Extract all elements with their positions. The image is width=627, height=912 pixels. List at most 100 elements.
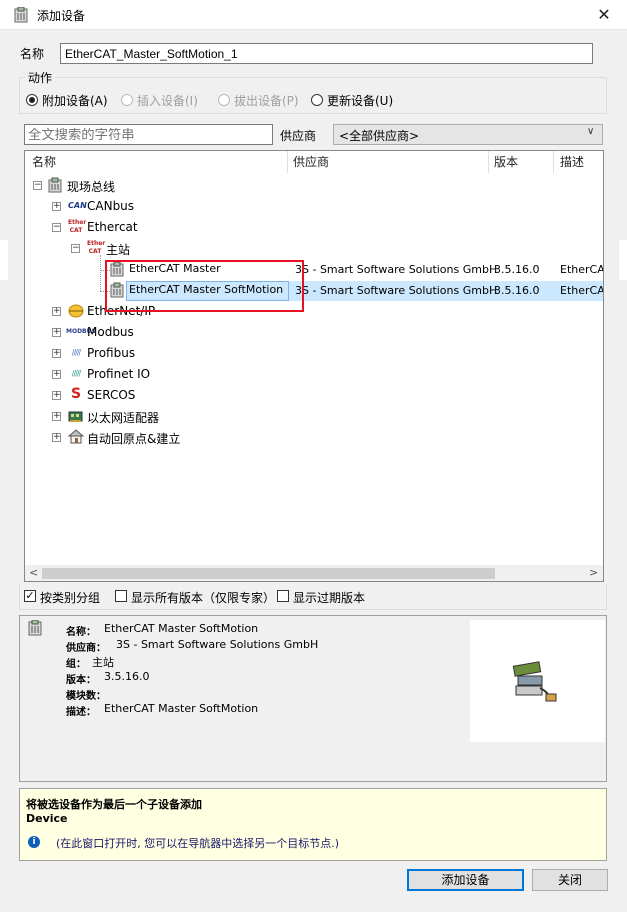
radio-indicator — [218, 94, 230, 106]
collapse-icon[interactable]: − — [33, 181, 42, 190]
description-cell: EtherCAT — [560, 263, 604, 276]
horizontal-scrollbar[interactable]: < > — [25, 565, 603, 581]
tree-item-modbus[interactable]: Modbus — [87, 325, 134, 339]
hint-panel: 将被选设备作为最后一个子设备添加 Device i (在此窗口打开时, 您可以在… — [19, 788, 607, 861]
ethercat-icon: Ether CAT — [68, 219, 87, 234]
column-divider[interactable] — [287, 151, 288, 173]
background-strip-left — [0, 240, 8, 280]
tree-item-profibus[interactable]: Profibus — [87, 346, 135, 360]
expand-icon[interactable]: + — [52, 349, 61, 358]
can-icon: CAN — [68, 201, 87, 210]
background-strip-right — [619, 240, 627, 280]
expand-icon[interactable]: + — [52, 433, 61, 442]
tree-item-fieldbus[interactable]: 现场总线 — [67, 178, 115, 195]
device-image — [512, 661, 557, 702]
device-icon — [28, 620, 42, 636]
profibus-icon: ///// — [71, 348, 81, 357]
tree-item-profinet-io[interactable]: Profinet IO — [87, 367, 150, 381]
tree-item-ethercat[interactable]: Ethercat — [87, 220, 138, 234]
version-cell: 3.5.16.0 — [494, 284, 540, 297]
info-key-modules: 模块数： — [66, 691, 106, 702]
expand-icon[interactable]: + — [52, 202, 61, 211]
info-value-version: 3.5.16.0 — [104, 670, 150, 683]
expand-icon[interactable]: + — [52, 412, 61, 421]
hint-note: (在此窗口打开时, 您可以在导航器中选择另一个目标节点.) — [56, 837, 340, 850]
device-preview — [470, 620, 605, 742]
info-value-group: 主站 — [92, 656, 114, 669]
checkbox-indicator — [115, 590, 127, 602]
chevron-down-icon: ∨ — [587, 126, 595, 137]
checkbox-label: 显示所有版本（仅限专家） — [131, 591, 276, 605]
column-header-vendor[interactable]: 供应商 — [293, 151, 329, 173]
tree-item-homing[interactable]: 自动回原点&建立 — [87, 430, 180, 447]
device-tree[interactable]: 名称 供应商 版本 描述 − 现场总线 + CAN CANbus − Ether… — [24, 150, 604, 582]
checkbox-label: 显示过期版本 — [293, 591, 366, 605]
vendor-select-value: <全部供应商> — [339, 129, 420, 143]
collapse-icon[interactable]: − — [52, 223, 61, 232]
hint-subtitle: Device — [26, 812, 68, 825]
info-icon: i — [28, 836, 40, 848]
expand-icon[interactable]: + — [52, 370, 61, 379]
radio-label: 插入设备(I) — [137, 94, 198, 108]
sercos-icon: S — [70, 386, 82, 402]
radio-label: 更新设备(U) — [327, 94, 394, 108]
expand-icon[interactable]: + — [52, 328, 61, 337]
home-icon — [68, 429, 84, 444]
radio-indicator — [311, 94, 323, 106]
highlight-annotation — [105, 260, 304, 312]
tree-item-sercos[interactable]: SERCOS — [87, 388, 135, 402]
device-icon — [14, 7, 28, 23]
tree-item-canbus[interactable]: CANbus — [87, 199, 134, 213]
tree-connector — [100, 255, 101, 291]
column-header-name[interactable]: 名称 — [32, 151, 56, 173]
radio-indicator — [26, 94, 38, 106]
tree-item-master[interactable]: 主站 — [106, 241, 130, 258]
fieldbus-icon — [48, 177, 62, 193]
info-key-vendor: 供应商： — [66, 643, 106, 654]
vendor-cell: 3S - Smart Software Solutions GmbH — [295, 284, 498, 297]
expand-icon[interactable]: + — [52, 391, 61, 400]
column-divider[interactable] — [553, 151, 554, 173]
column-header-version[interactable]: 版本 — [494, 151, 518, 173]
description-cell: EtherCAT — [560, 284, 604, 297]
vendor-cell: 3S - Smart Software Solutions GmbH — [295, 263, 498, 276]
info-key-version: 版本： — [66, 675, 96, 686]
checkbox-indicator — [277, 590, 289, 602]
expand-icon[interactable]: + — [52, 307, 61, 316]
title-bar: 添加设备 ✕ — [0, 0, 627, 30]
radio-label: 附加设备(A) — [42, 94, 108, 108]
checkbox-indicator: ✓ — [24, 589, 36, 602]
close-icon[interactable]: ✕ — [592, 4, 616, 26]
search-input[interactable] — [24, 124, 273, 145]
collapse-icon[interactable]: − — [71, 244, 80, 253]
info-value-name: EtherCAT Master SoftMotion — [104, 622, 259, 635]
radio-indicator — [121, 94, 133, 106]
column-divider[interactable] — [488, 151, 489, 173]
scroll-right-icon[interactable]: > — [589, 566, 598, 579]
hint-title: 将被选设备作为最后一个子设备添加 — [26, 798, 202, 811]
info-key-name: 名称： — [66, 627, 96, 638]
modbus-icon: MODBUS — [66, 328, 96, 335]
ethernet-adapter-icon — [68, 411, 83, 422]
scrollbar-thumb[interactable] — [42, 568, 495, 579]
add-device-button[interactable]: 添加设备 — [407, 869, 524, 891]
device-info-panel: 名称： EtherCAT Master SoftMotion 供应商： 3S -… — [19, 615, 607, 782]
radio-label: 拔出设备(P) — [234, 94, 299, 108]
device-name-input[interactable] — [60, 43, 593, 64]
info-key-group: 组： — [66, 659, 86, 670]
window-title: 添加设备 — [37, 9, 86, 23]
vendor-label: 供应商 — [280, 129, 317, 143]
tree-item-ethernet-adapter[interactable]: 以太网适配器 — [87, 409, 159, 426]
info-value-description: EtherCAT Master SoftMotion — [104, 702, 259, 715]
action-legend: 动作 — [25, 69, 56, 86]
column-header-description[interactable]: 描述 — [560, 151, 584, 173]
ethernet-ip-icon — [68, 304, 84, 318]
version-cell: 3.5.16.0 — [494, 263, 540, 276]
profinet-icon: ///// — [71, 369, 81, 378]
ethercat-icon: Ether CAT — [87, 240, 106, 255]
checkbox-label: 按类别分组 — [40, 591, 101, 605]
scroll-left-icon[interactable]: < — [29, 566, 38, 579]
info-key-description: 描述： — [66, 707, 96, 718]
close-button[interactable]: 关闭 — [532, 869, 608, 891]
vendor-select[interactable]: <全部供应商> — [333, 124, 603, 145]
